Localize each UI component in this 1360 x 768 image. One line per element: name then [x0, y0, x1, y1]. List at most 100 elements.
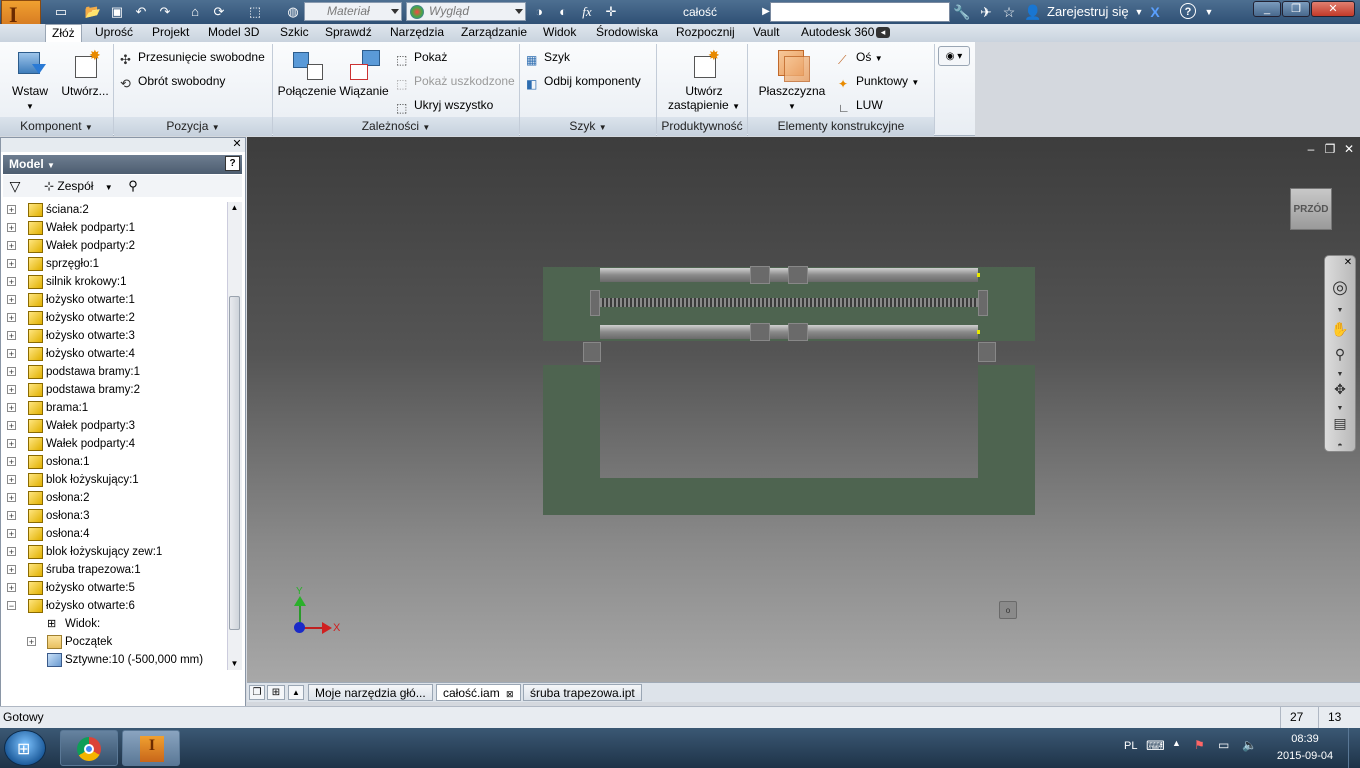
tab-manage[interactable]: Zarządzanie — [455, 24, 533, 42]
search-binoculars-icon[interactable]: 🔧 — [953, 3, 971, 21]
new-file-icon[interactable]: ▭ — [52, 3, 70, 21]
tab-environments[interactable]: Środowiska — [590, 24, 664, 42]
browser-scroll-thumb[interactable] — [229, 296, 240, 630]
tab-design[interactable]: Projekt — [146, 24, 195, 42]
panel-component-header[interactable]: Komponent ▼ — [0, 117, 113, 136]
clock-time[interactable]: 08:39 — [1276, 733, 1334, 745]
tab-3d-model[interactable]: Model 3D — [202, 24, 265, 42]
browser-help-icon[interactable]: ? — [225, 156, 240, 171]
look-at-icon[interactable]: ▤ — [1330, 414, 1350, 432]
browser-grip[interactable] — [1, 138, 245, 152]
appearance-combo[interactable]: Wygląd — [406, 2, 526, 21]
expand-icon[interactable]: + — [7, 421, 16, 431]
doc-tab-assembly[interactable]: całość.iam ⊠ — [436, 684, 521, 701]
model-foot-left[interactable] — [583, 342, 601, 362]
viewport-restore-icon[interactable]: ❐ — [1323, 142, 1337, 156]
steering-wheel-icon[interactable]: ◎ — [1330, 278, 1350, 296]
doc-tab-my-home[interactable]: Moje narzędzia głó... — [308, 684, 433, 701]
restore-button[interactable]: ❐ — [1282, 1, 1310, 17]
tab-autodesk-360[interactable]: Autodesk 360 — [795, 24, 880, 42]
expand-icon[interactable]: + — [7, 205, 16, 215]
chevron-down-icon[interactable]: ▼ — [1330, 400, 1350, 412]
expand-icon[interactable]: + — [7, 583, 16, 593]
customize-icon[interactable]: ◓ — [1330, 436, 1350, 450]
help-icon[interactable]: ? — [1180, 3, 1196, 19]
model-bearing-block-right[interactable] — [978, 290, 988, 316]
parameters-fx-icon[interactable]: fx — [578, 3, 596, 21]
volume-icon[interactable]: 🔈 — [1242, 738, 1257, 752]
update-icon[interactable]: ⟳ — [210, 3, 228, 21]
subscription-icon[interactable]: ✈ — [977, 3, 995, 21]
expand-icon[interactable]: + — [7, 457, 16, 467]
sign-in-link[interactable]: Zarejestruj się — [1047, 0, 1129, 24]
scroll-down-icon[interactable]: ▼ — [229, 659, 240, 671]
undo-icon[interactable]: ↶ — [132, 3, 150, 21]
create-button[interactable]: ✸ Utwórz... — [58, 48, 112, 98]
expand-icon[interactable]: + — [7, 277, 16, 287]
select-icon[interactable]: ⬚ — [246, 3, 264, 21]
expand-icon[interactable]: + — [7, 241, 16, 251]
panel-pattern-header[interactable]: Szyk ▼ — [520, 117, 656, 136]
point-button[interactable]: ✦ Punktowy ▼ — [838, 72, 919, 91]
expand-icon[interactable]: + — [7, 475, 16, 485]
axis-button[interactable]: ⟋ Oś ▼ — [838, 48, 883, 67]
tile-windows-icon[interactable]: ⊞ — [267, 685, 285, 700]
favorite-star-icon[interactable]: ☆ — [1000, 3, 1018, 21]
tab-view[interactable]: Widok — [537, 24, 582, 42]
model-bearing-2[interactable] — [788, 266, 808, 284]
tab-assemble[interactable]: Złóż — [45, 24, 82, 42]
chevron-down-icon[interactable]: ▼ — [1200, 3, 1218, 21]
expand-icon[interactable]: + — [7, 529, 16, 539]
expand-icon[interactable]: + — [7, 439, 16, 449]
ucs-button[interactable]: ∟ LUW — [838, 96, 883, 115]
show-desktop-button[interactable] — [1348, 728, 1360, 768]
taskbar-chrome[interactable] — [60, 730, 118, 766]
start-button[interactable]: ⊞ — [4, 730, 46, 766]
expand-icon[interactable]: + — [7, 403, 16, 413]
clock-date[interactable]: 2015-09-04 — [1270, 750, 1340, 762]
show-button[interactable]: ⬚ Pokaż — [396, 48, 447, 67]
save-icon[interactable]: ▣ — [108, 3, 126, 21]
keyboard-icon[interactable]: ⌨ — [1146, 738, 1165, 754]
joint-button[interactable]: Połączenie — [276, 48, 338, 98]
panel-position-header[interactable]: Pozycja ▼ — [114, 117, 272, 136]
action-center-icon[interactable]: ⚑ — [1194, 738, 1205, 752]
expand-icon[interactable]: + — [7, 367, 16, 377]
plane-button[interactable]: Płaszczyzna ▼ — [756, 48, 828, 114]
close-icon[interactable]: ✕ — [1342, 257, 1354, 269]
taskbar-inventor[interactable]: I — [122, 730, 180, 766]
origin-marker-icon[interactable]: o — [999, 601, 1017, 619]
expand-icon[interactable]: + — [7, 295, 16, 305]
tab-sketch[interactable]: Szkic — [274, 24, 315, 42]
material-globe-icon[interactable]: ◍ — [284, 3, 302, 21]
user-icon[interactable]: 👤 — [1024, 3, 1042, 21]
expand-icon[interactable]: + — [7, 511, 16, 521]
clear-appearance-icon[interactable]: ◑ — [530, 3, 548, 21]
view-cube[interactable]: PRZÓD — [1290, 188, 1332, 230]
model-bearing-4[interactable] — [788, 323, 808, 341]
expand-icon[interactable]: + — [7, 223, 16, 233]
pattern-button[interactable]: ▦ Szyk — [526, 48, 570, 67]
assembly-view-dropdown[interactable]: ⊹ Zespół ▼ — [44, 178, 113, 194]
ribbon-options-dropdown[interactable]: ◉ ▾ — [938, 46, 970, 66]
pan-hand-icon[interactable]: ✋ — [1330, 320, 1350, 338]
constrain-button[interactable]: Wiązanie — [338, 48, 390, 98]
model-left-wall[interactable] — [543, 365, 600, 515]
scroll-up-icon[interactable]: ▲ — [229, 203, 240, 215]
doc-tab-lead-screw[interactable]: śruba trapezowa.ipt — [523, 684, 642, 701]
expand-icon[interactable]: + — [7, 331, 16, 341]
free-move-button[interactable]: ✣ Przesunięcie swobodne — [120, 48, 265, 67]
close-button[interactable]: ✕ — [1311, 1, 1355, 17]
hide-all-button[interactable]: ⬚ Ukryj wszystko — [396, 96, 493, 115]
expand-icon[interactable]: + — [7, 313, 16, 323]
document-menu-icon[interactable]: ▲ — [288, 685, 304, 700]
tab-vault[interactable]: Vault — [747, 24, 785, 42]
model-bearing-1[interactable] — [750, 266, 770, 284]
help-search-input[interactable] — [770, 2, 950, 22]
tab-simplify[interactable]: Uprość — [89, 24, 139, 42]
minimize-button[interactable]: _ — [1253, 1, 1281, 17]
network-icon[interactable]: ▭ — [1218, 738, 1229, 752]
model-bearing-block-left[interactable] — [590, 290, 600, 316]
exchange-x-icon[interactable]: X — [1146, 3, 1164, 21]
orbit-icon[interactable]: ✥ — [1330, 380, 1350, 398]
